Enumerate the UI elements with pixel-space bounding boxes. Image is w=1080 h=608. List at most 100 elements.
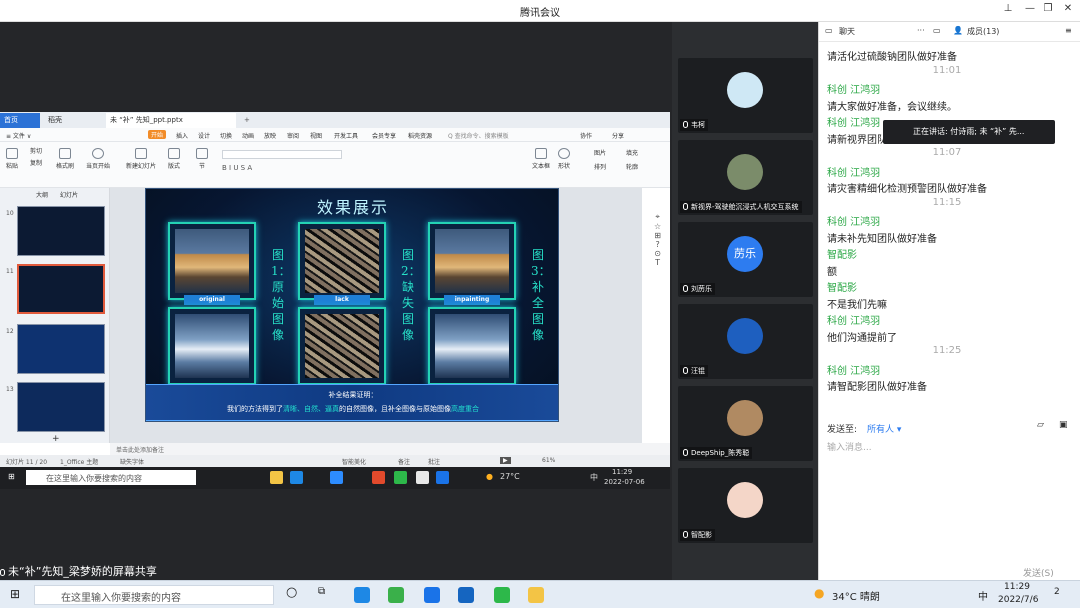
copy-button[interactable]: 复制 bbox=[30, 158, 42, 167]
shape-button[interactable]: 形状 bbox=[558, 148, 570, 170]
smart-beautify-button[interactable]: 智能美化 bbox=[342, 457, 366, 466]
ime-indicator[interactable]: 中 bbox=[978, 588, 988, 603]
menu-share[interactable]: 分享 bbox=[612, 131, 624, 140]
menu-insert[interactable]: 插入 bbox=[176, 131, 188, 140]
participant-tile[interactable]: DeepShip_陈秀聪 bbox=[678, 386, 813, 461]
notes-toggle[interactable]: 备注 bbox=[398, 457, 410, 466]
taskbar-search-box[interactable]: 在这里输入你要搜索的内容 bbox=[34, 585, 274, 605]
slide-thumbnail[interactable] bbox=[17, 324, 105, 374]
taskbar-search-box[interactable]: 在这里输入你要搜索的内容 bbox=[26, 470, 196, 485]
slide-thumbnail-selected[interactable] bbox=[17, 264, 105, 314]
task-view-icon[interactable]: ⧉ bbox=[318, 586, 325, 597]
add-slide-icon[interactable]: + bbox=[52, 434, 60, 444]
zoom-level[interactable]: 61% bbox=[542, 457, 555, 464]
send-button[interactable]: 发送(S) bbox=[1023, 566, 1054, 579]
tab-home[interactable]: 首页 bbox=[0, 113, 40, 128]
chat-sender[interactable]: 科创 江鸿羽 bbox=[827, 213, 880, 228]
menu-devtools[interactable]: 开发工具 bbox=[334, 131, 358, 140]
inner-ime[interactable]: 中 bbox=[590, 472, 598, 483]
minimize-icon[interactable]: — bbox=[1022, 3, 1038, 14]
menu-collaborate[interactable]: 协作 bbox=[580, 131, 592, 140]
wps-icon[interactable] bbox=[416, 471, 429, 484]
participant-tile[interactable]: 新视界-驾驶舱沉浸式人机交互系统 bbox=[678, 140, 813, 215]
play-slideshow-icon[interactable]: ▶ bbox=[500, 457, 511, 464]
wps-icon[interactable] bbox=[424, 587, 440, 603]
font-family-select[interactable] bbox=[222, 150, 342, 159]
participant-tile[interactable]: 苈乐 刘苈乐 bbox=[678, 222, 813, 297]
folder-icon[interactable]: ▱ bbox=[1037, 420, 1044, 430]
paste-button[interactable]: 粘贴 bbox=[6, 148, 18, 170]
tab-outline[interactable]: 大纲 bbox=[36, 190, 48, 199]
recipient-select[interactable]: 所有人 ▾ bbox=[867, 422, 901, 435]
pin-icon[interactable]: ⊥ bbox=[1000, 3, 1016, 14]
chat-sender[interactable]: 智配影 bbox=[827, 279, 857, 294]
arrange-button[interactable]: 排列 bbox=[594, 162, 606, 171]
menu-transition[interactable]: 切换 bbox=[220, 131, 232, 140]
side-tools[interactable]: ⌖ ☆ ⊞? ⊙ T bbox=[654, 212, 661, 267]
chat-sender[interactable]: 科创 江鸿羽 bbox=[827, 114, 880, 129]
message-input[interactable]: 输入消息... bbox=[827, 440, 872, 453]
notes-area[interactable]: 单击此处添加备注 bbox=[110, 443, 670, 455]
comment-toggle[interactable]: 批注 bbox=[428, 457, 440, 466]
collapse-icon[interactable]: ▭ bbox=[933, 26, 941, 35]
cut-button[interactable]: 剪切 bbox=[30, 146, 42, 155]
tab-chat[interactable]: 聊天 bbox=[839, 26, 855, 37]
wechat-icon[interactable] bbox=[394, 471, 407, 484]
section-button[interactable]: 节 bbox=[196, 148, 208, 170]
chat-sender[interactable]: 科创 江鸿羽 bbox=[827, 312, 880, 327]
menu-start[interactable]: 开始 bbox=[148, 130, 167, 139]
tab-slides[interactable]: 幻灯片 bbox=[60, 190, 78, 199]
menu-view[interactable]: 视图 bbox=[310, 131, 322, 140]
slide-thumbnail[interactable] bbox=[17, 382, 105, 432]
screenshot-icon[interactable]: ▣ bbox=[1059, 420, 1068, 430]
participant-tile[interactable]: 韦柯 bbox=[678, 58, 813, 133]
start-icon[interactable]: ⊞ bbox=[10, 587, 20, 601]
new-slide-button[interactable]: 新建幻灯片 bbox=[126, 148, 156, 170]
menu-icon[interactable]: ≡ bbox=[1065, 26, 1072, 35]
layout-button[interactable]: 版式 bbox=[168, 148, 180, 170]
play-current-button[interactable]: 当页开始 bbox=[86, 148, 110, 170]
menu-slideshow[interactable]: 放映 bbox=[264, 131, 276, 140]
meeting-icon[interactable] bbox=[436, 471, 449, 484]
menu-member[interactable]: 会员专享 bbox=[372, 131, 396, 140]
mail-icon[interactable] bbox=[330, 471, 343, 484]
menu-design[interactable]: 设计 bbox=[198, 131, 210, 140]
slide-thumbnail[interactable] bbox=[17, 206, 105, 256]
restore-icon[interactable]: ❐ bbox=[1040, 3, 1056, 14]
outline-button[interactable]: 轮廓 bbox=[626, 162, 638, 171]
start-icon[interactable]: ⊞ bbox=[8, 472, 15, 481]
format-painter-button[interactable]: 格式刷 bbox=[56, 148, 74, 170]
tab-document[interactable]: 未 “补” 先知_ppt.pptx bbox=[106, 113, 236, 128]
file-explorer-icon[interactable] bbox=[528, 587, 544, 603]
tab-docer[interactable]: 稻壳 bbox=[44, 113, 104, 128]
command-search[interactable]: Q 查找命令、搜索模板 bbox=[448, 131, 509, 140]
participant-tile[interactable]: 汪锟 bbox=[678, 304, 813, 379]
menu-review[interactable]: 审阅 bbox=[287, 131, 299, 140]
font-style-buttons[interactable]: B I U S A bbox=[222, 164, 252, 172]
chat-sender[interactable]: 科创 江鸿羽 bbox=[827, 81, 880, 96]
cortana-icon[interactable]: ○ bbox=[286, 585, 297, 600]
new-tab-icon[interactable]: + bbox=[240, 113, 254, 128]
textbox-button[interactable]: 文本框 bbox=[532, 148, 550, 170]
missing-font-button[interactable]: 缺失字体 bbox=[120, 457, 144, 466]
menu-docer-resources[interactable]: 稻壳资源 bbox=[408, 131, 432, 140]
file-explorer-icon[interactable] bbox=[270, 471, 283, 484]
edge-icon[interactable] bbox=[290, 471, 303, 484]
office-icon[interactable] bbox=[372, 471, 385, 484]
close-icon[interactable]: ✕ bbox=[1060, 3, 1076, 14]
chat-sender[interactable]: 科创 江鸿羽 bbox=[827, 362, 880, 377]
fill-button[interactable]: 填充 bbox=[626, 148, 638, 157]
picture-button[interactable]: 图片 bbox=[594, 148, 606, 157]
tab-members[interactable]: 成员(13) bbox=[967, 26, 999, 37]
chat-sender[interactable]: 科创 江鸿羽 bbox=[827, 164, 880, 179]
chat-sender[interactable]: 智配影 bbox=[827, 246, 857, 261]
menu-file[interactable]: ≡ 文件 ∨ bbox=[6, 131, 31, 140]
participant-tile[interactable]: 智配影 bbox=[678, 468, 813, 543]
paragraph-tools[interactable] bbox=[360, 150, 450, 170]
menu-animation[interactable]: 动画 bbox=[242, 131, 254, 140]
edge-icon[interactable] bbox=[388, 587, 404, 603]
more-icon[interactable]: ··· bbox=[917, 26, 925, 35]
browser-icon[interactable] bbox=[354, 587, 370, 603]
wechat-icon[interactable] bbox=[494, 587, 510, 603]
notification-count[interactable]: 2 bbox=[1054, 587, 1060, 597]
